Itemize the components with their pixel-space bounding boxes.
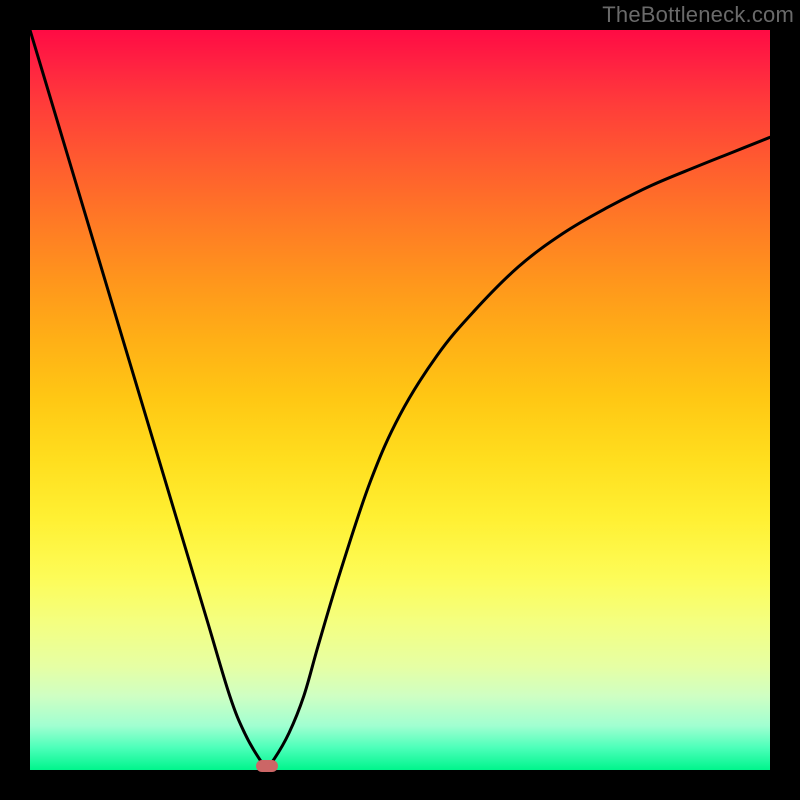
minimum-marker bbox=[256, 760, 278, 772]
watermark-text: TheBottleneck.com bbox=[602, 2, 794, 28]
bottleneck-curve bbox=[30, 30, 770, 770]
curve-path bbox=[30, 30, 770, 766]
